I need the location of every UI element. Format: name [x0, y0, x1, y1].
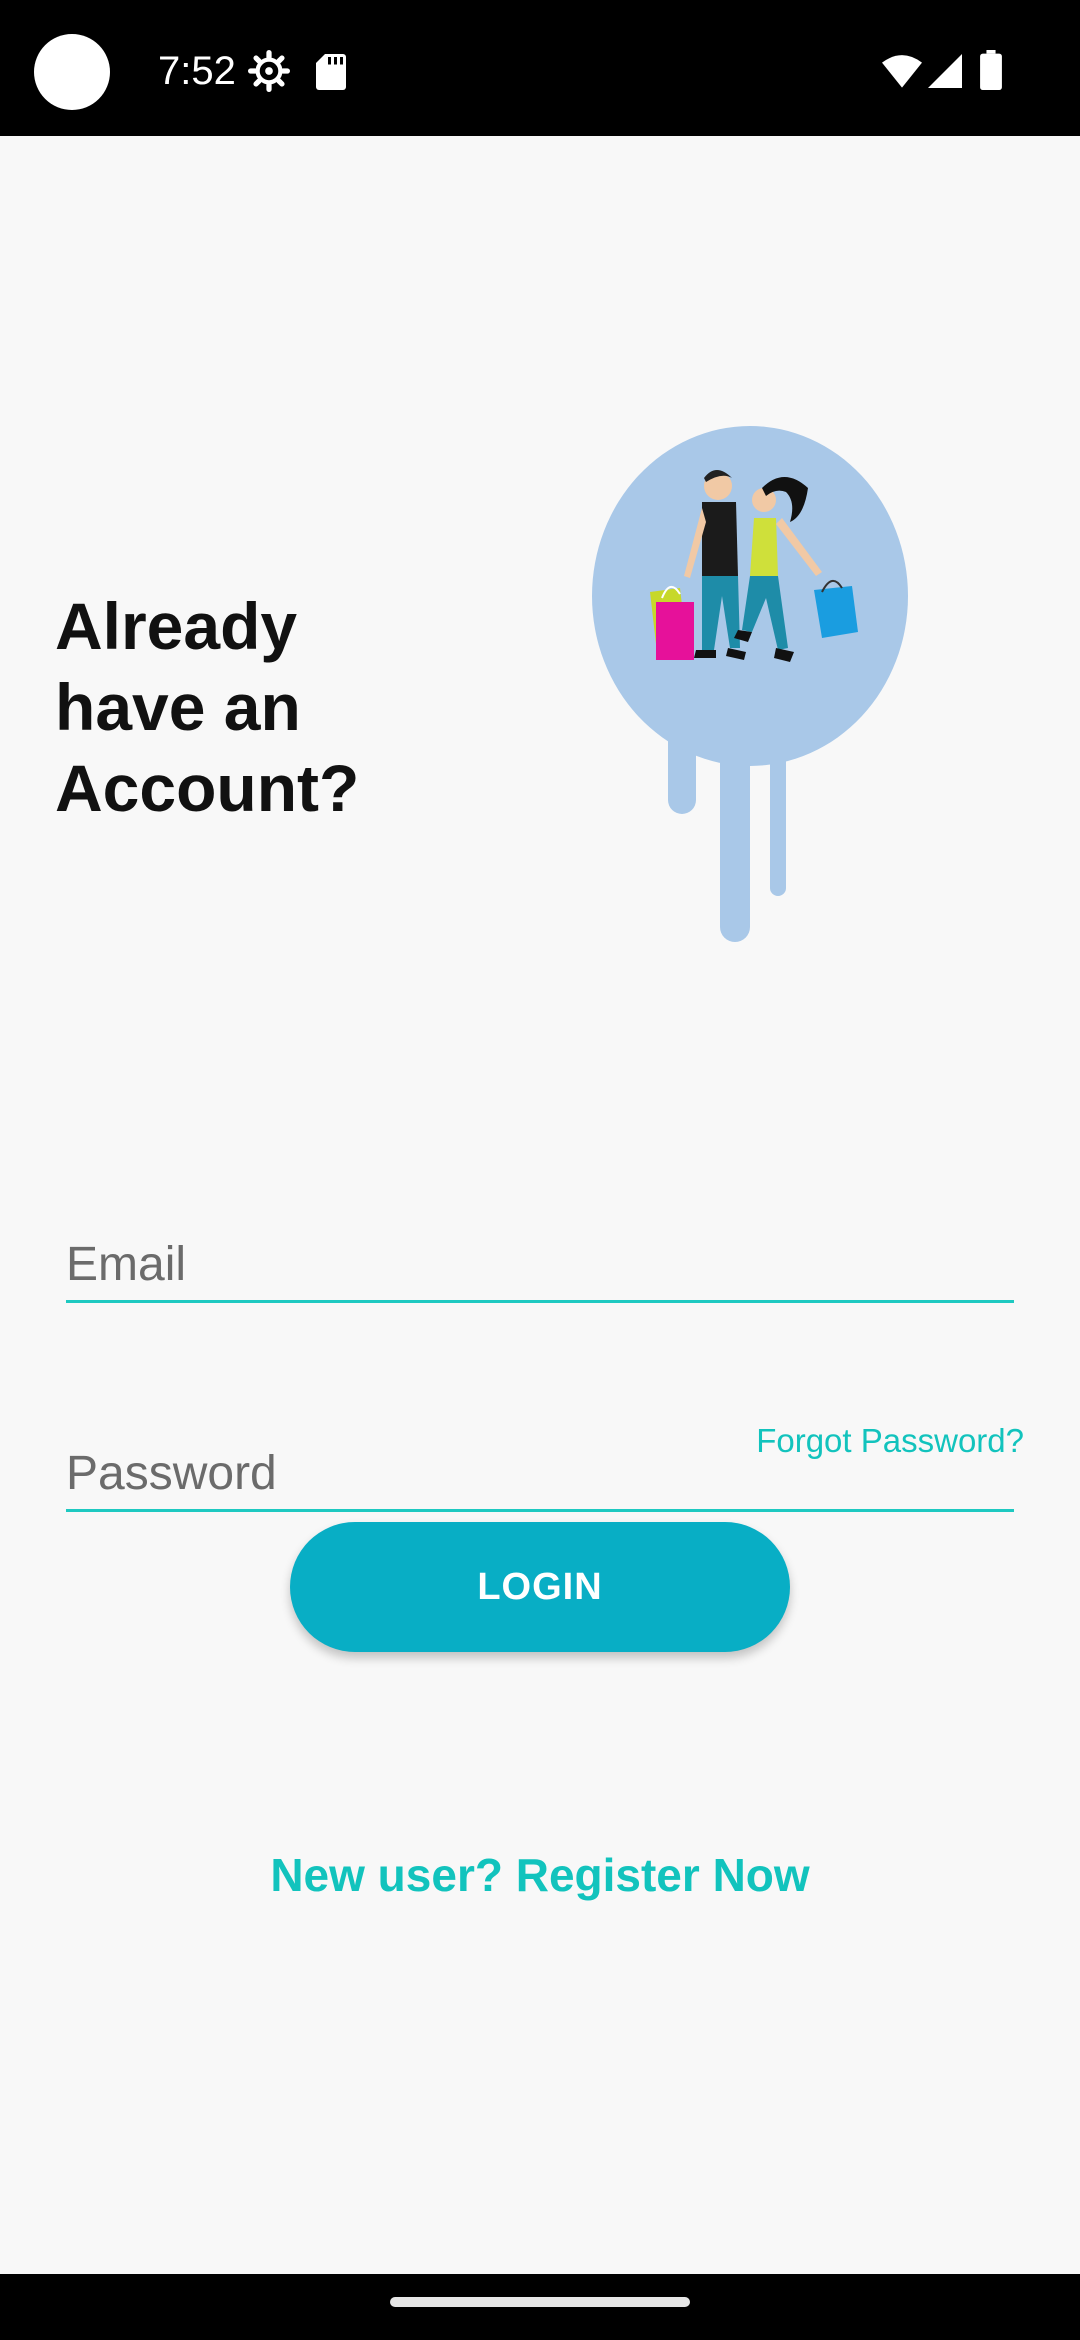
camera-cutout	[34, 34, 110, 110]
register-link[interactable]: New user? Register Now	[0, 1848, 1080, 1902]
status-bar: 7:52	[0, 0, 1080, 136]
settings-icon	[248, 50, 290, 97]
hero-illustration	[590, 426, 910, 986]
sd-card-icon	[316, 54, 346, 95]
email-placeholder: Email	[66, 1238, 187, 1291]
phone-screen: 7:52 Already have an Account? Email Pass…	[0, 0, 1080, 2340]
password-placeholder: Password	[66, 1447, 277, 1500]
login-button[interactable]: LOGIN	[290, 1522, 790, 1652]
wifi-icon	[882, 54, 922, 93]
home-gesture-handle[interactable]	[390, 2297, 690, 2307]
status-time: 7:52	[158, 49, 236, 93]
navigation-bar	[0, 2274, 1080, 2340]
forgot-password-link[interactable]: Forgot Password?	[756, 1422, 1024, 1460]
page-title: Already have an Account?	[55, 589, 360, 825]
cellular-signal-icon	[928, 54, 962, 93]
login-screen	[0, 136, 1080, 2274]
battery-icon	[980, 50, 1002, 95]
email-field[interactable]: Email	[66, 1230, 1014, 1303]
